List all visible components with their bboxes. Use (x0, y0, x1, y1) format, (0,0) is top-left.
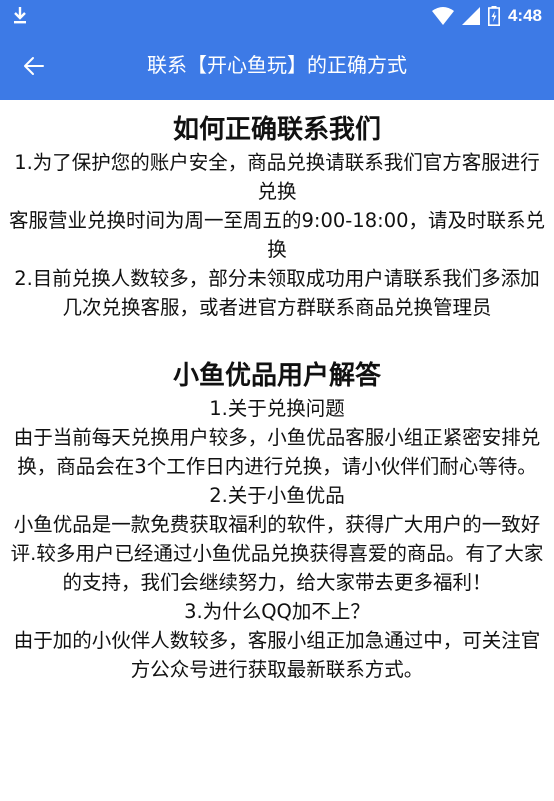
faq-question: 1.关于兑换问题 (209, 397, 345, 420)
download-icon (14, 7, 26, 24)
paragraph: 客服营业兑换时间为周一至周五的9:00-18:00，请及时联系兑换 (8, 209, 546, 261)
faq-answer: 由于当前每天兑换用户较多，小鱼优品客服小组正紧密安排兑换，商品会在3个工作日内进… (13, 426, 541, 478)
section-heading-faq: 小鱼优品用户解答 (172, 361, 381, 391)
clock: 4:48 (507, 6, 542, 25)
faq-question: 3.为什么QQ加不上？ (184, 600, 370, 623)
cellular-signal-icon (461, 7, 480, 25)
faq-answer: 小鱼优品是一款免费获取福利的软件，获得广大用户的一致好评.较多用户已经通过小鱼优… (10, 513, 544, 594)
status-bar: 4:48 (0, 0, 554, 32)
paragraph: 1.为了保护您的账户安全，商品兑换请联系我们官方客服进行兑换 (14, 151, 540, 203)
faq-question: 2.关于小鱼优品 (209, 484, 345, 507)
paragraph: 2.目前兑换人数较多，部分未领取成功用户请联系我们多添加几次兑换客服，或者进官方… (14, 267, 540, 319)
wifi-icon (431, 7, 454, 25)
section-heading-contact: 如何正确联系我们 (172, 115, 381, 145)
page-title: 联系【开心鱼玩】的正确方式 (147, 53, 407, 77)
battery-charging-icon (487, 6, 500, 26)
status-icons: 4:48 (431, 0, 542, 32)
app-bar: 联系【开心鱼玩】的正确方式 (0, 32, 554, 100)
faq-answer: 由于加的小伙伴人数较多，客服小组正加急通过中，可关注官方公众号进行获取最新联系方… (13, 629, 541, 681)
content-area: 如何正确联系我们 1.为了保护您的账户安全，商品兑换请联系我们官方客服进行兑换 … (0, 112, 554, 684)
